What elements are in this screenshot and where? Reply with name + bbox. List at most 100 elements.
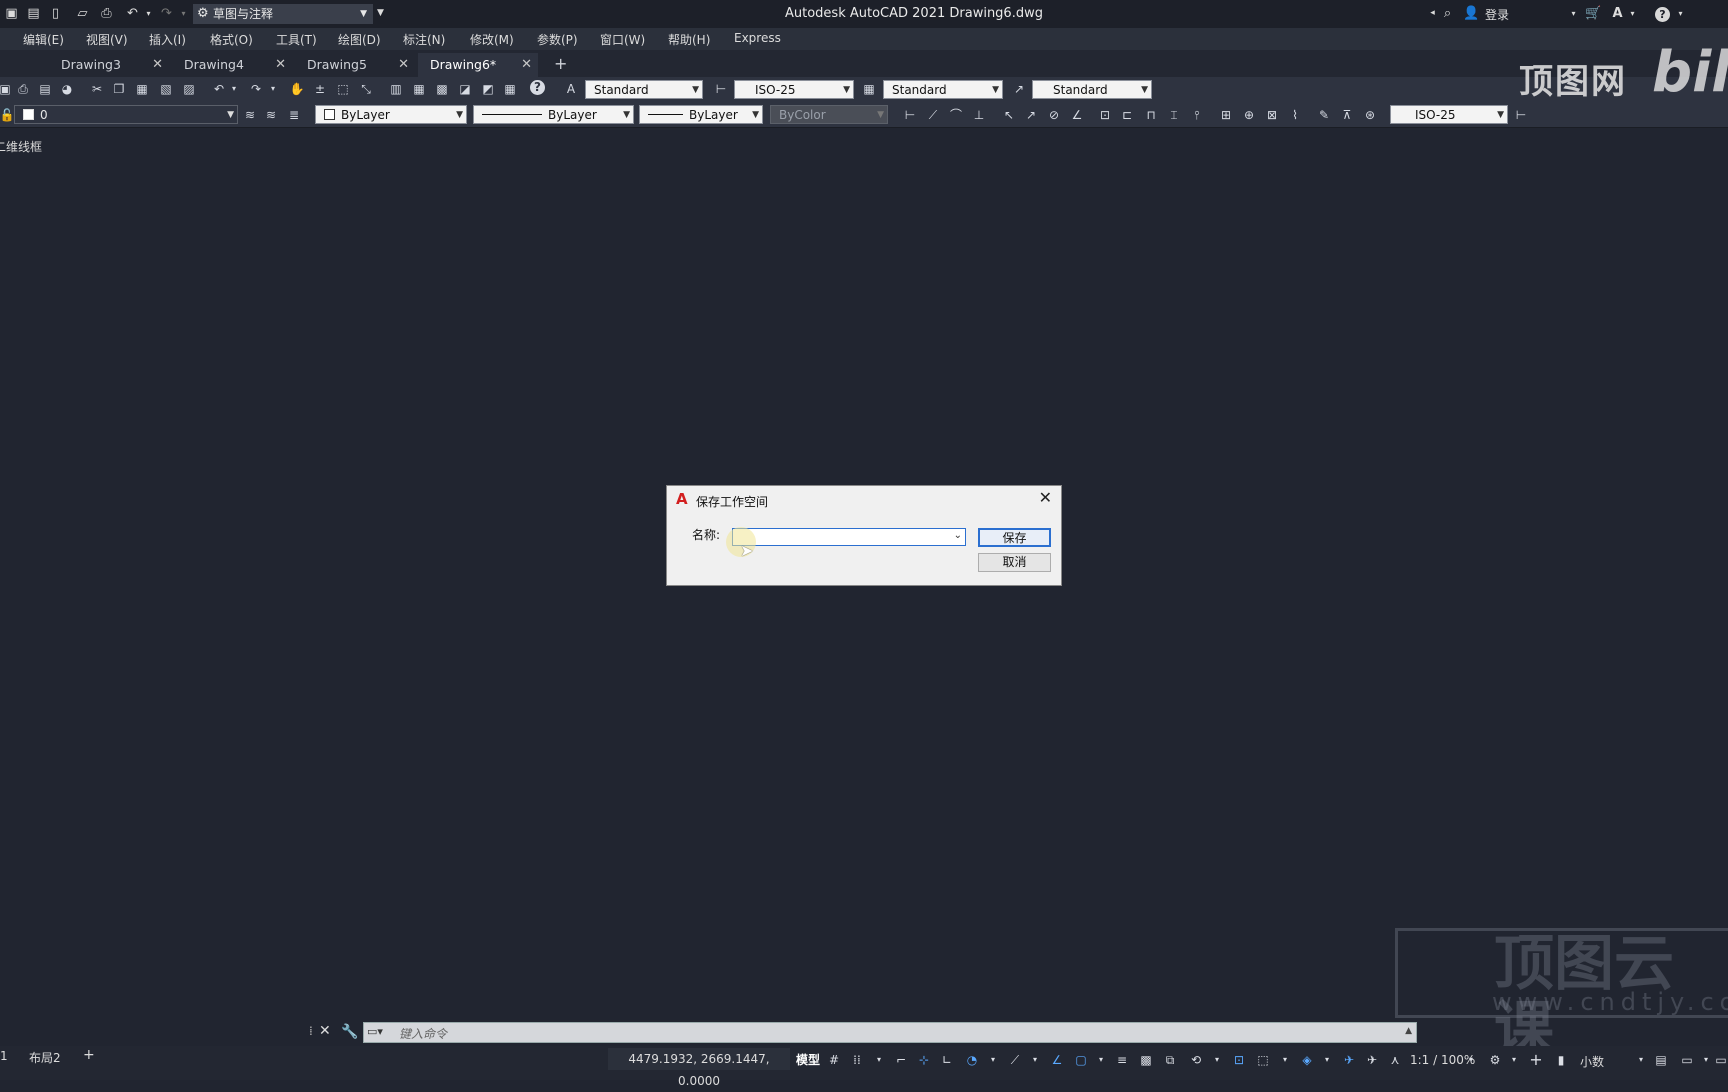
jogged-linear-icon[interactable]: ⌇ <box>1286 106 1304 124</box>
chevron-down-icon[interactable]: ▾ <box>1026 1051 1044 1069</box>
infer-constraints-icon[interactable]: ⌐ <box>892 1051 910 1069</box>
center-mark-icon[interactable]: ⊕ <box>1240 106 1258 124</box>
wrench-icon[interactable]: 🔧 <box>341 1024 358 1040</box>
close-icon[interactable]: ✕ <box>319 1023 331 1039</box>
menu-tools[interactable]: 工具(T) <box>276 31 317 48</box>
calculator-icon[interactable]: ▦ <box>501 80 519 98</box>
command-line[interactable]: ▭▾ 键入命令 ▲ <box>363 1022 1417 1043</box>
command-history-icon[interactable]: ▭▾ <box>367 1025 383 1038</box>
menu-draw[interactable]: 绘图(D) <box>338 31 381 48</box>
layout-tab-1[interactable]: 1 <box>0 1049 8 1063</box>
object-snap-icon[interactable]: ▢ <box>1072 1051 1090 1069</box>
mleader-style-icon[interactable]: ↗ <box>1010 80 1028 98</box>
tab-drawing6[interactable]: Drawing6* ✕ <box>418 53 538 77</box>
chevron-down-icon[interactable]: ▾ <box>264 80 282 98</box>
chevron-down-icon[interactable]: ▾ <box>225 80 243 98</box>
dim-style-manager-icon[interactable]: ⊢ <box>1512 106 1530 124</box>
chevron-down-icon[interactable]: ▾ <box>1505 1051 1523 1069</box>
radius-dim-icon[interactable]: ↖ <box>1000 106 1018 124</box>
graphics-performance-icon[interactable]: ▭ <box>1678 1051 1696 1069</box>
dynamic-input-icon[interactable]: ⊹ <box>915 1051 933 1069</box>
menu-view[interactable]: 视图(V) <box>86 31 128 48</box>
print-icon[interactable]: ⎙ <box>98 5 115 22</box>
tab-drawing4[interactable]: Drawing4 ✕ <box>172 53 292 77</box>
chevron-down-icon[interactable]: ⌄ <box>954 530 962 541</box>
table-style-icon[interactable]: ▦ <box>860 80 878 98</box>
snap-icon[interactable]: ⁞⁞ <box>848 1051 866 1069</box>
dim-edit-icon[interactable]: ✎ <box>1315 106 1333 124</box>
inspection-icon[interactable]: ⊠ <box>1263 106 1281 124</box>
chevron-down-icon[interactable]: ▾ <box>1624 5 1641 22</box>
name-combobox[interactable]: ⌄ <box>732 528 966 546</box>
paste-icon[interactable]: ▦ <box>133 80 151 98</box>
workspace-select[interactable]: ⚙ 草图与注释 ▼ <box>193 4 373 24</box>
polar-tracking-icon[interactable]: ◔ <box>963 1051 981 1069</box>
baseline-dim-icon[interactable]: ⊏ <box>1118 106 1136 124</box>
publish-icon[interactable]: ◕ <box>58 80 76 98</box>
save-button[interactable]: 保存 <box>978 528 1051 547</box>
menu-express[interactable]: Express <box>734 31 781 45</box>
lineweight-select[interactable]: ByLayer ▼ <box>639 105 763 124</box>
selection-filter-icon[interactable]: ⬚ <box>1254 1051 1272 1069</box>
cut-icon[interactable]: ✂ <box>88 80 106 98</box>
sheet-set-icon[interactable]: ◪ <box>456 80 474 98</box>
viewport-visual-style-label[interactable]: 二维线框 <box>0 138 42 155</box>
open-icon[interactable]: ▱ <box>74 5 91 22</box>
object-snap-tracking-icon[interactable]: ∠ <box>1048 1051 1066 1069</box>
continue-dim-icon[interactable]: ⊓ <box>1142 106 1160 124</box>
help-icon[interactable]: ? <box>1655 7 1670 22</box>
login-link[interactable]: 登录 <box>1485 6 1509 23</box>
user-icon[interactable]: 👤 <box>1463 5 1480 22</box>
text-style-icon[interactable]: A <box>562 80 580 98</box>
lineweight-icon[interactable]: ≡ <box>1113 1051 1131 1069</box>
quick-dim-icon[interactable]: ⊡ <box>1096 106 1114 124</box>
layer-states-icon[interactable]: ≣ <box>285 106 303 124</box>
dim-style-icon[interactable]: ⊢ <box>712 80 730 98</box>
layer-select[interactable]: 0 ▼ <box>14 105 238 124</box>
chevron-down-icon[interactable]: ▾ <box>1632 1051 1650 1069</box>
chevron-down-icon[interactable]: ▾ <box>1672 5 1689 22</box>
chevron-down-icon[interactable]: ▾ <box>1092 1051 1110 1069</box>
redo-icon[interactable]: ↷ <box>247 80 265 98</box>
chevron-down-icon[interactable]: ▾ <box>1208 1051 1226 1069</box>
menu-insert[interactable]: 插入(I) <box>149 31 186 48</box>
tab-drawing5[interactable]: Drawing5 ✕ <box>295 53 415 77</box>
annotation-monitor-icon[interactable]: + <box>1527 1051 1545 1069</box>
pan-icon[interactable]: ✋ <box>288 80 306 98</box>
coordinates-display[interactable]: 4479.1932, 2669.1447, 0.0000 <box>608 1048 790 1088</box>
diameter-dim-icon[interactable]: ⊘ <box>1045 106 1063 124</box>
command-grip-icon[interactable]: ⁞ <box>309 1024 313 1038</box>
jogged-dim-icon[interactable]: ↗ <box>1022 106 1040 124</box>
units-value[interactable]: 小数 <box>1580 1053 1604 1070</box>
3d-osnap-icon[interactable]: ⟲ <box>1187 1051 1205 1069</box>
chevron-down-icon[interactable]: ▾ <box>1462 1051 1480 1069</box>
mleader-style-select[interactable]: Standard ▼ <box>1032 80 1152 99</box>
help-icon[interactable]: ? <box>530 80 545 95</box>
workspace-switch-icon[interactable]: ⚙ <box>1486 1051 1504 1069</box>
save-icon[interactable]: ▣ <box>3 5 20 22</box>
chevron-down-icon[interactable]: ▾ <box>1565 5 1582 22</box>
menu-dimension[interactable]: 标注(N) <box>403 31 445 48</box>
aligned-dim-icon[interactable]: ⟋ <box>924 106 942 124</box>
chevron-down-icon[interactable]: ▾ <box>870 1051 888 1069</box>
redo-icon[interactable]: ↷ <box>158 5 175 22</box>
model-space-toggle[interactable]: 模型 <box>796 1051 820 1068</box>
annotation-scale-icon[interactable]: ⋏ <box>1386 1051 1404 1069</box>
chevron-down-icon[interactable]: ▾ <box>1318 1051 1336 1069</box>
units-icon[interactable]: ▮ <box>1552 1051 1570 1069</box>
new-tab-icon[interactable]: + <box>554 54 567 73</box>
menu-edit[interactable]: 编辑(E) <box>23 31 64 48</box>
plot-preview-icon[interactable]: ▤ <box>36 80 54 98</box>
customize-qat-icon[interactable]: ▼ <box>372 5 389 22</box>
copy-icon[interactable]: ❐ <box>110 80 128 98</box>
fullscreen-icon[interactable]: ▭ <box>1712 1051 1728 1069</box>
table-style-select[interactable]: Standard ▼ <box>883 80 1003 99</box>
chevron-up-icon[interactable]: ▲ <box>1405 1026 1412 1036</box>
dynamic-ucs-icon[interactable]: ⊡ <box>1230 1051 1248 1069</box>
block-editor-icon[interactable]: ▨ <box>180 80 198 98</box>
dim-update-icon[interactable]: ⊛ <box>1361 106 1379 124</box>
menu-modify[interactable]: 修改(M) <box>470 31 514 48</box>
ordinate-dim-icon[interactable]: ⊥ <box>970 106 988 124</box>
search-icon[interactable]: ⌕ <box>1439 5 1456 22</box>
undo-dropdown-icon[interactable]: ▾ <box>140 5 157 22</box>
